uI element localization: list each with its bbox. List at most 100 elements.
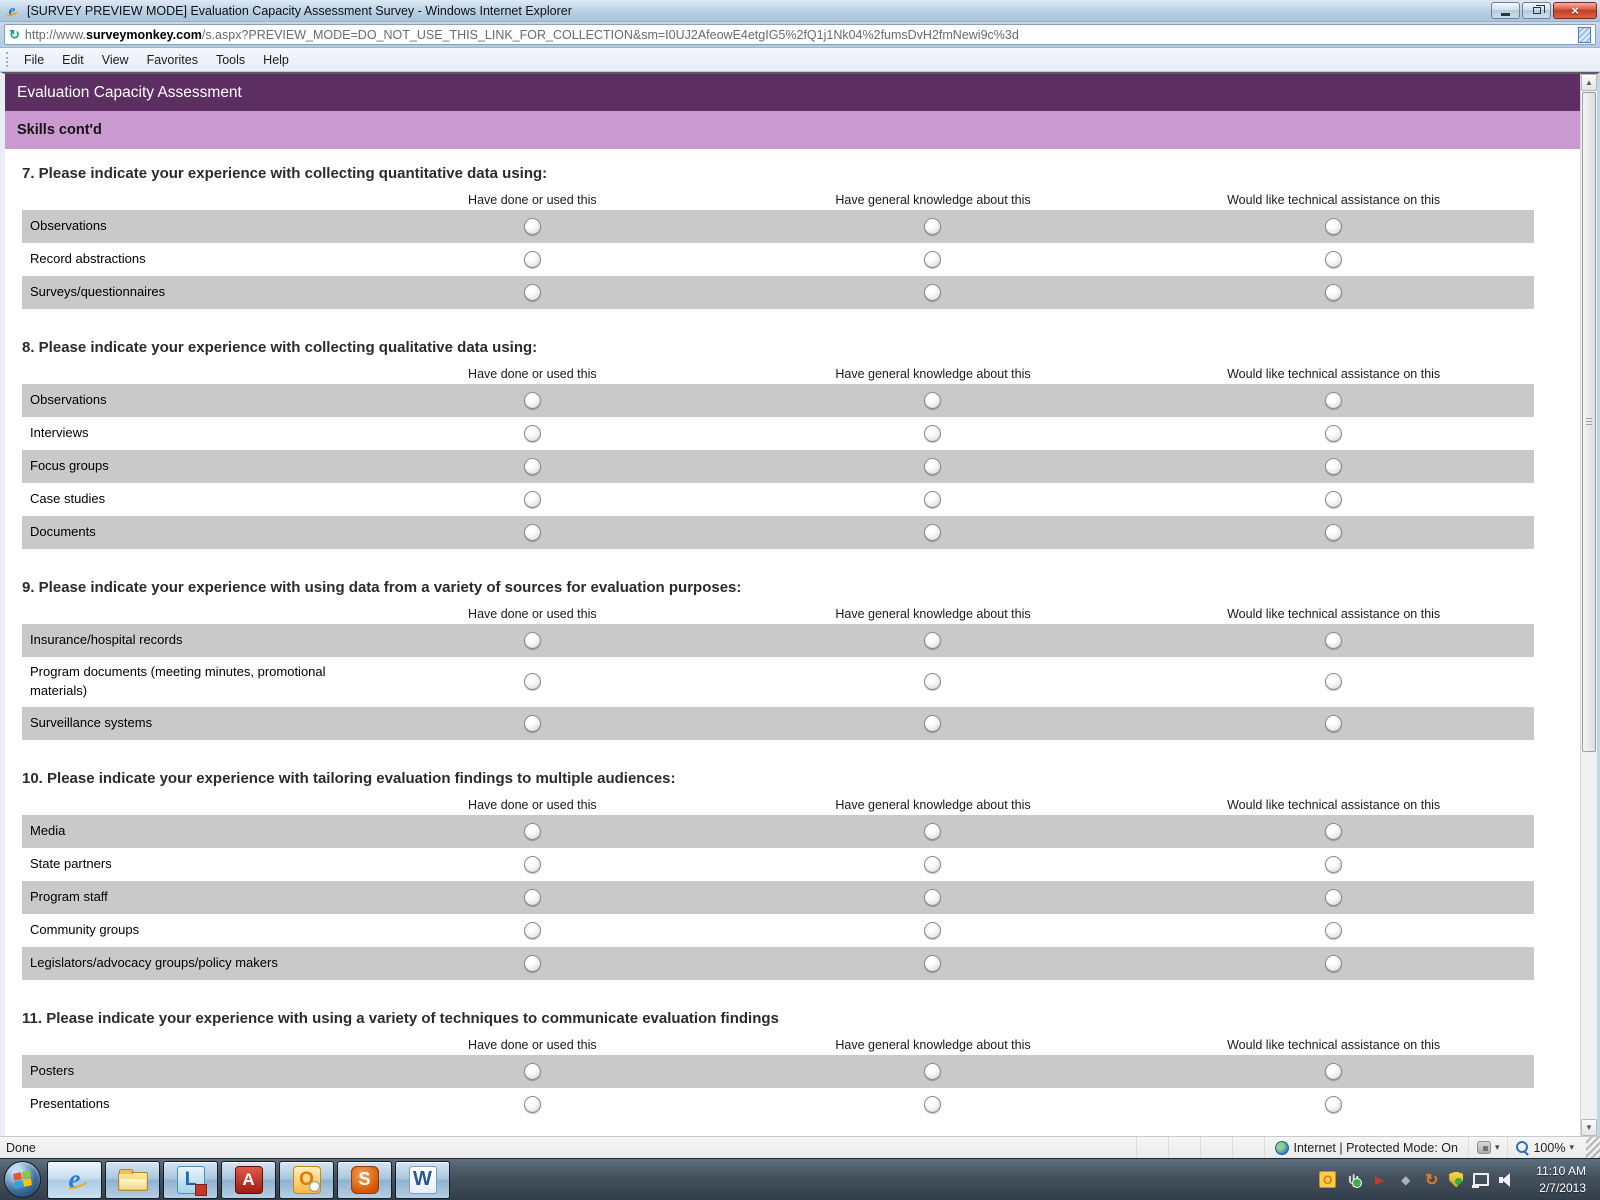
taskbar-internet-explorer[interactable]: e [47, 1161, 102, 1199]
outlook-reminder-icon[interactable] [1319, 1171, 1336, 1188]
menu-item-file[interactable]: File [15, 50, 53, 70]
scrollbar-thumb[interactable] [1582, 92, 1596, 752]
radio-button[interactable] [1325, 491, 1342, 508]
radio-button[interactable] [924, 632, 941, 649]
close-button[interactable]: × [1553, 2, 1597, 19]
radio-button[interactable] [924, 922, 941, 939]
radio-button[interactable] [1325, 1063, 1342, 1080]
radio-button[interactable] [524, 1096, 541, 1113]
menu-item-tools[interactable]: Tools [207, 50, 254, 70]
radio-button[interactable] [1325, 823, 1342, 840]
toolbar-grip[interactable] [6, 52, 8, 67]
radio-button[interactable] [524, 524, 541, 541]
radio-button[interactable] [924, 524, 941, 541]
vertical-scrollbar[interactable]: ▲ ▼ [1580, 74, 1597, 1136]
radio-button[interactable] [1325, 922, 1342, 939]
radio-button[interactable] [524, 889, 541, 906]
radio-button[interactable] [1325, 632, 1342, 649]
radio-button[interactable] [1325, 524, 1342, 541]
radio-button[interactable] [924, 251, 941, 268]
compatibility-settings-button[interactable]: ▾ [1468, 1137, 1508, 1158]
radio-button[interactable] [524, 823, 541, 840]
taskbar-adobe-reader[interactable]: A [221, 1161, 276, 1199]
title-bar[interactable]: e [SURVEY PREVIEW MODE] Evaluation Capac… [0, 0, 1600, 22]
question-title: 11. Please indicate your experience with… [22, 1010, 1534, 1027]
radio-button[interactable] [524, 458, 541, 475]
compatibility-view-icon[interactable] [1578, 27, 1591, 43]
resize-grip[interactable] [1586, 1137, 1600, 1158]
zoom-control-button[interactable]: 100% ▾ [1507, 1137, 1582, 1158]
menu-item-edit[interactable]: Edit [53, 50, 93, 70]
volume-icon[interactable] [1498, 1171, 1515, 1188]
radio-button[interactable] [524, 284, 541, 301]
radio-button[interactable] [1325, 856, 1342, 873]
radio-button[interactable] [524, 491, 541, 508]
minimize-button[interactable] [1491, 2, 1520, 19]
radio-button[interactable] [1325, 392, 1342, 409]
radio-button[interactable] [924, 218, 941, 235]
diamond-icon[interactable] [1397, 1171, 1414, 1188]
radio-button[interactable] [924, 284, 941, 301]
usb-device-icon[interactable] [1345, 1171, 1362, 1188]
radio-button[interactable] [924, 889, 941, 906]
radio-button[interactable] [924, 1063, 941, 1080]
radio-button[interactable] [1325, 889, 1342, 906]
menu-item-help[interactable]: Help [254, 50, 298, 70]
scroll-up-arrow[interactable]: ▲ [1581, 74, 1597, 91]
radio-cell [332, 491, 733, 508]
taskbar-outlook[interactable]: O [279, 1161, 334, 1199]
taskbar-lync-app[interactable]: L [163, 1161, 218, 1199]
radio-button[interactable] [924, 715, 941, 732]
radio-button[interactable] [924, 458, 941, 475]
radio-button[interactable] [524, 632, 541, 649]
radio-button[interactable] [924, 856, 941, 873]
groove-sync-icon[interactable] [1423, 1171, 1440, 1188]
radio-button[interactable] [924, 955, 941, 972]
start-button[interactable] [4, 1161, 41, 1198]
radio-button[interactable] [1325, 955, 1342, 972]
red-speaker-icon[interactable] [1371, 1171, 1388, 1188]
column-header: Would like technical assistance on this [1133, 193, 1534, 207]
radio-button[interactable] [1325, 284, 1342, 301]
radio-button[interactable] [924, 392, 941, 409]
radio-button[interactable] [524, 218, 541, 235]
radio-button[interactable] [524, 251, 541, 268]
radio-button[interactable] [924, 673, 941, 690]
scrollbar-track[interactable] [1581, 753, 1597, 1119]
radio-button[interactable] [524, 856, 541, 873]
radio-button[interactable] [524, 425, 541, 442]
radio-button[interactable] [924, 823, 941, 840]
question-title: 9. Please indicate your experience with … [22, 579, 1534, 596]
address-input[interactable]: ↻ http://www.surveymonkey.com/s.aspx?PRE… [4, 24, 1596, 45]
taskbar-word[interactable]: W [395, 1161, 450, 1199]
scroll-down-arrow[interactable]: ▼ [1581, 1119, 1597, 1136]
taskbar-sharepoint-workspace[interactable]: S [337, 1161, 392, 1199]
radio-button[interactable] [1325, 425, 1342, 442]
radio-button[interactable] [524, 1063, 541, 1080]
radio-cell [733, 392, 1134, 409]
status-bar: Done Internet | Protected Mode: On ▾ 100… [0, 1136, 1600, 1158]
radio-button[interactable] [1325, 715, 1342, 732]
network-icon[interactable] [1472, 1171, 1489, 1188]
radio-button[interactable] [1325, 1096, 1342, 1113]
radio-button[interactable] [1325, 251, 1342, 268]
radio-button[interactable] [524, 955, 541, 972]
radio-button[interactable] [924, 1096, 941, 1113]
radio-button[interactable] [1325, 673, 1342, 690]
radio-button[interactable] [924, 425, 941, 442]
menu-item-favorites[interactable]: Favorites [138, 50, 207, 70]
radio-button[interactable] [1325, 458, 1342, 475]
radio-button[interactable] [524, 392, 541, 409]
taskbar-clock[interactable]: 11:10 AM 2/7/2013 [1536, 1163, 1586, 1197]
restore-button[interactable] [1522, 2, 1551, 19]
radio-button[interactable] [524, 715, 541, 732]
radio-button[interactable] [524, 673, 541, 690]
radio-button[interactable] [1325, 218, 1342, 235]
radio-button[interactable] [924, 491, 941, 508]
windows-flag-icon [13, 1170, 32, 1188]
security-shield-icon[interactable] [1449, 1172, 1463, 1188]
menu-item-view[interactable]: View [93, 50, 138, 70]
taskbar-windows-explorer[interactable] [105, 1161, 160, 1199]
radio-button[interactable] [524, 922, 541, 939]
row-label: Legislators/advocacy groups/policy maker… [22, 948, 332, 979]
